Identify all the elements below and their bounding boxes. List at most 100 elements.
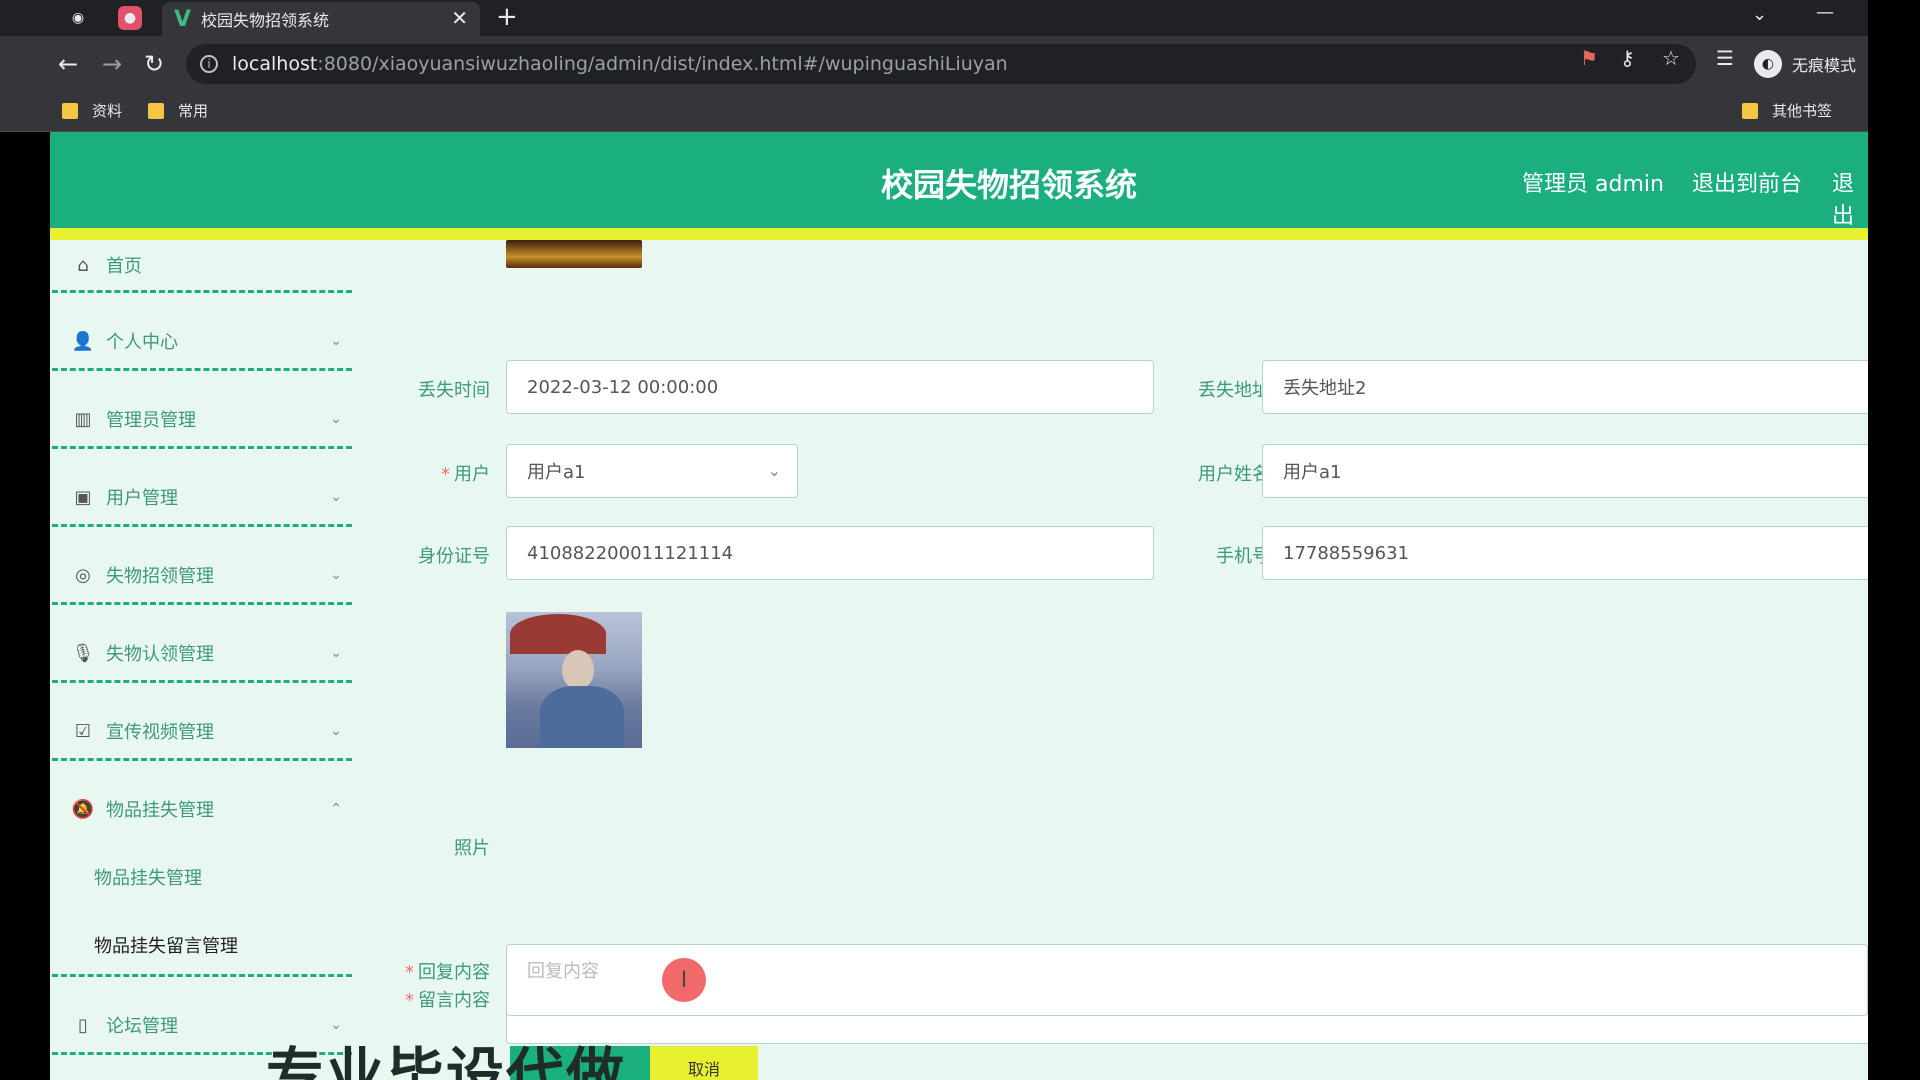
sidebar-item-lost-found[interactable]: ◎ 失物招领管理 ⌄ — [72, 562, 342, 588]
browser-toolbar: ← → ↻ i localhost:8080/xiaoyuansiwuzhaol… — [0, 36, 1868, 92]
menu-divider — [52, 680, 352, 683]
chevron-down-icon: ⌄ — [767, 461, 781, 480]
sidebar-item-claim[interactable]: 🎙 失物认领管理 ⌄ — [72, 640, 342, 666]
text-cursor-icon: I — [662, 958, 706, 1002]
sidebar-item-report-lost[interactable]: 🔕 物品挂失管理 ⌃ — [72, 796, 342, 822]
sidebar-item-label: 管理员管理 — [106, 410, 196, 431]
menu-divider — [52, 602, 352, 605]
photo-body — [540, 686, 624, 748]
close-tab-icon[interactable]: ✕ — [451, 6, 468, 30]
user-label: * 用户 — [441, 464, 490, 485]
star-icon[interactable]: ☆ — [1662, 46, 1680, 70]
minimize-icon[interactable]: — — [1816, 2, 1834, 23]
item-image — [506, 240, 642, 268]
clipboard-check-icon: ☑ — [74, 720, 92, 742]
sidebar-item-label: 论坛管理 — [106, 1016, 178, 1037]
url-path: :8080/xiaoyuansiwuzhaoling/admin/dist/in… — [317, 53, 1008, 75]
chevron-down-icon: ⌄ — [330, 1017, 342, 1033]
pinned-tab-icon[interactable]: ● — [118, 6, 142, 30]
reload-icon[interactable]: ↻ — [144, 50, 164, 78]
user-name-field[interactable]: 用户a1 — [1262, 444, 1868, 498]
reply-label-text: 回复内容 — [418, 962, 490, 983]
chrome-icon[interactable]: ◉ — [66, 6, 90, 30]
message-label: * 留言内容 — [405, 990, 490, 1011]
bookmark-label: 资料 — [92, 102, 123, 120]
photo-label: 照片 — [454, 838, 490, 859]
lost-time-field[interactable]: 2022-03-12 00:00:00 — [506, 360, 1154, 414]
phone-icon: ▯ — [78, 1014, 88, 1036]
key-icon[interactable]: ⚷ — [1620, 46, 1635, 70]
sidebar-item-video[interactable]: ☑ 宣传视频管理 ⌄ — [72, 718, 342, 744]
folder-icon — [148, 102, 164, 119]
header-accent-bar — [50, 228, 1868, 240]
chevron-down-icon: ⌄ — [330, 333, 342, 349]
user-select[interactable]: 用户a1 ⌄ — [506, 444, 798, 498]
incognito-icon: ◐ — [1754, 50, 1782, 78]
folder-icon — [1742, 102, 1758, 119]
id-number-label: 身份证号 — [418, 546, 490, 567]
forward-icon[interactable]: → — [102, 50, 122, 78]
exit-front-link[interactable]: 退出到前台 — [1692, 166, 1802, 198]
chevron-down-icon: ⌄ — [330, 489, 342, 505]
sidebar-item-profile[interactable]: 👤 个人中心 ⌄ — [72, 328, 342, 354]
folder-icon — [62, 102, 78, 119]
sidebar-item-label: 个人中心 — [106, 332, 178, 353]
bookmark-folder-0[interactable]: 资料 — [62, 100, 122, 121]
sidebar-item-label: 用户管理 — [106, 488, 178, 509]
other-bookmarks[interactable]: 其他书签 — [1742, 100, 1832, 121]
sidebar-item-users[interactable]: ▣ 用户管理 ⌄ — [72, 484, 342, 510]
chevron-down-icon: ⌄ — [330, 411, 342, 427]
sidebar-item-label: 失物招领管理 — [106, 566, 214, 587]
chevron-down-icon: ⌄ — [330, 723, 342, 739]
bell-off-icon: 🔕 — [71, 798, 95, 820]
reply-textarea[interactable]: 回复内容 — [506, 944, 1868, 1016]
lost-address-label: 丢失地址 — [1198, 380, 1270, 401]
back-icon[interactable]: ← — [58, 50, 78, 78]
app-window: 校园失物招领系统 管理员 admin 退出到前台 退出 ⌂ 首页 👤 个人中心 … — [50, 132, 1868, 1080]
tab-search-icon[interactable]: ⌄ — [1752, 4, 1767, 25]
vue-logo-icon: V — [174, 6, 192, 32]
logout-link[interactable]: 退出 — [1832, 166, 1868, 230]
phone-field[interactable]: 17788559631 — [1262, 526, 1868, 580]
message-label-text: 留言内容 — [418, 990, 490, 1011]
id-number-field[interactable]: 410882200011121114 — [506, 526, 1154, 580]
other-bookmarks-label: 其他书签 — [1772, 102, 1833, 120]
tab-title: 校园失物招领系统 — [201, 11, 330, 30]
url-host: localhost — [232, 53, 318, 75]
incognito-indicator[interactable]: ◐ 无痕模式 — [1754, 50, 1856, 78]
user-label-text: 用户 — [454, 464, 490, 485]
clipboard-icon: ▣ — [74, 486, 92, 508]
bookmarks-bar: 资料 常用 其他书签 — [0, 92, 1868, 132]
lost-address-field[interactable]: 丢失地址2 — [1262, 360, 1868, 414]
new-tab-button[interactable]: + — [496, 2, 518, 32]
bookmark-label: 常用 — [178, 102, 209, 120]
app-header: 校园失物招领系统 管理员 admin 退出到前台 退出 — [50, 132, 1868, 230]
screen: ◉ ● V 校园失物招领系统 ✕ + ⌄ — ← → ↻ i localhost… — [0, 0, 1920, 1080]
site-info-icon[interactable]: i — [200, 55, 218, 73]
photo-umbrella — [510, 614, 606, 654]
reading-list-icon[interactable]: ☰ — [1716, 46, 1734, 70]
user-name-label: 用户姓名 — [1198, 464, 1270, 485]
sidebar-item-label: 首页 — [106, 256, 142, 277]
sidebar-subitem-report-lost[interactable]: 物品挂失管理 — [94, 864, 202, 890]
watermark-text: 专业毕设代做 — [266, 1041, 627, 1080]
mic-icon: 🎙 — [71, 642, 95, 664]
menu-divider — [52, 758, 352, 761]
sidebar-subitem-report-lost-messages[interactable]: 物品挂失留言管理 — [94, 932, 238, 958]
chevron-up-icon: ⌃ — [330, 801, 342, 817]
incognito-label: 无痕模式 — [1792, 56, 1857, 75]
active-tab[interactable]: V 校园失物招领系统 ✕ — [162, 2, 480, 36]
sidebar-item-admin[interactable]: ▥ 管理员管理 ⌄ — [72, 406, 342, 432]
user-select-value: 用户a1 — [527, 462, 586, 483]
chevron-down-icon: ⌄ — [330, 645, 342, 661]
menu-divider — [52, 524, 352, 527]
address-bar[interactable]: i localhost:8080/xiaoyuansiwuzhaoling/ad… — [186, 44, 1696, 84]
target-icon: ◎ — [75, 564, 91, 586]
bookmark-folder-1[interactable]: 常用 — [148, 100, 208, 121]
photo-head — [562, 650, 594, 690]
sidebar-item-label: 宣传视频管理 — [106, 722, 214, 743]
blocked-icon[interactable]: ⚑ — [1580, 46, 1598, 70]
sidebar-item-home[interactable]: ⌂ 首页 — [72, 252, 342, 278]
book-icon: ▥ — [74, 408, 92, 430]
home-icon: ⌂ — [77, 254, 89, 276]
